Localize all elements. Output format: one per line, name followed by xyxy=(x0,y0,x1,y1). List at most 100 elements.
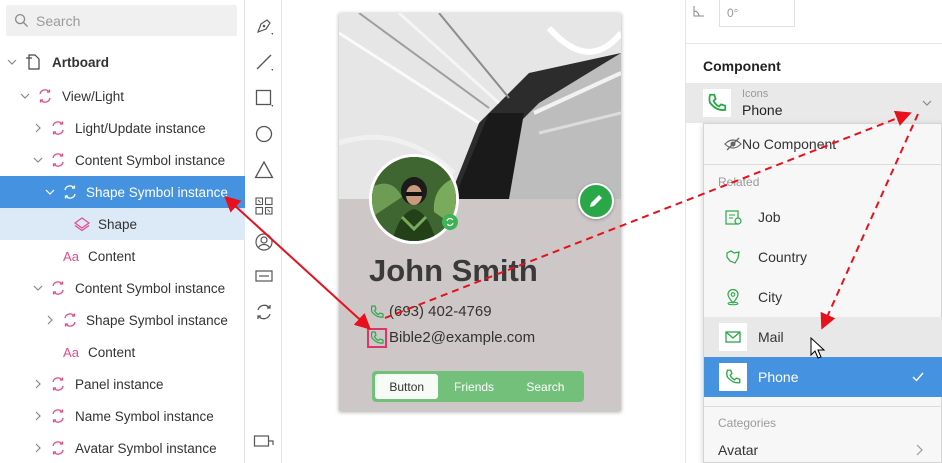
search-icon xyxy=(14,13,29,28)
avatar[interactable] xyxy=(369,154,459,244)
menu-item-label: Mail xyxy=(758,329,784,345)
layer-content-text-2[interactable]: Aa Content xyxy=(0,336,245,368)
menu-item-phone[interactable]: Phone xyxy=(704,357,942,397)
layer-label: View/Light xyxy=(62,88,125,104)
menu-section-categories: Categories xyxy=(718,416,777,430)
chevron-right-icon[interactable] xyxy=(44,314,56,326)
layer-name-symbol[interactable]: Name Symbol instance xyxy=(0,400,245,432)
profile-card[interactable]: John Smith (693) 402-4769 Bible2@example… xyxy=(339,13,621,411)
menu-item-avatar-category[interactable]: Avatar xyxy=(704,436,942,463)
edit-button[interactable] xyxy=(578,183,614,219)
layer-label: Light/Update instance xyxy=(75,120,206,136)
tab-button[interactable]: Button xyxy=(375,374,439,399)
symbol-instance-icon xyxy=(50,280,66,296)
country-map-icon xyxy=(722,246,744,268)
layer-label: Shape Symbol instance xyxy=(86,184,228,200)
layer-label: Avatar Symbol instance xyxy=(75,440,217,456)
component-dropdown-menu: No Component Related Job Country City Ma… xyxy=(703,123,942,463)
menu-item-label: No Component xyxy=(742,136,837,152)
email-address: Bible2@example.com xyxy=(389,329,536,346)
symbol-instance-icon xyxy=(50,440,66,456)
menu-item-label: Avatar xyxy=(718,442,759,458)
tab-friends[interactable]: Friends xyxy=(438,374,509,399)
layer-shape-symbol-selected[interactable]: Shape Symbol instance xyxy=(0,176,245,208)
avatar-tool-icon[interactable] xyxy=(253,231,275,253)
rectangle-tool-icon[interactable] xyxy=(253,87,275,109)
chevron-down-icon[interactable] xyxy=(19,90,31,102)
component-select[interactable]: Icons Phone xyxy=(686,83,942,123)
menu-item-label: Phone xyxy=(758,369,799,385)
layer-label: Shape xyxy=(98,216,138,232)
email-row: Bible2@example.com xyxy=(367,327,536,348)
component-value: Phone xyxy=(742,102,783,118)
menu-item-label: City xyxy=(758,289,783,305)
artboard-icon xyxy=(26,54,42,70)
phone-number: (693) 402-4769 xyxy=(389,303,492,320)
menu-item-country[interactable]: Country xyxy=(704,237,942,277)
component-library-label: Icons xyxy=(742,88,769,100)
search-input[interactable] xyxy=(36,12,226,29)
menu-item-job[interactable]: Job xyxy=(704,197,942,237)
tab-bar: Button Friends Search xyxy=(372,371,584,402)
artboard-tool-icon[interactable] xyxy=(253,431,275,453)
layer-content-symbol-2[interactable]: Content Symbol instance xyxy=(0,272,245,304)
symbol-instance-icon xyxy=(50,408,66,424)
chevron-right-icon[interactable] xyxy=(32,378,44,390)
chevron-down-icon[interactable] xyxy=(44,186,56,198)
layer-label: Content Symbol instance xyxy=(75,152,226,168)
triangle-tool-icon[interactable] xyxy=(253,159,275,181)
layers-panel: Artboard View/Light Light/Update instanc… xyxy=(0,0,245,463)
chevron-right-icon xyxy=(916,444,923,456)
phone-icon-selected[interactable] xyxy=(367,327,387,348)
text-field-tool-icon[interactable] xyxy=(253,265,275,287)
layer-shape-symbol-2[interactable]: Shape Symbol instance xyxy=(0,304,245,336)
phone-icon xyxy=(719,363,747,391)
layer-content-symbol[interactable]: Content Symbol instance xyxy=(0,144,245,176)
symbol-instance-icon xyxy=(37,88,53,104)
divider xyxy=(704,164,942,165)
chevron-down-icon[interactable] xyxy=(921,97,933,109)
pen-tool-icon[interactable] xyxy=(253,15,275,37)
chevron-right-icon[interactable] xyxy=(32,122,44,134)
layer-light-update[interactable]: Light/Update instance xyxy=(0,112,245,144)
pencil-icon xyxy=(590,195,602,207)
menu-item-city[interactable]: City xyxy=(704,277,942,317)
layer-avatar-symbol[interactable]: Avatar Symbol instance xyxy=(0,432,245,463)
text-layer-icon: Aa xyxy=(63,248,79,264)
design-canvas[interactable]: John Smith (693) 402-4769 Bible2@example… xyxy=(282,0,685,463)
layer-content-text[interactable]: Aa Content xyxy=(0,240,245,272)
shape-layers-icon xyxy=(74,216,90,232)
chevron-down-icon[interactable] xyxy=(32,154,44,166)
chevron-down-icon[interactable] xyxy=(32,282,44,294)
symbol-instance-icon xyxy=(50,152,66,168)
symbol-instance-icon xyxy=(50,376,66,392)
menu-item-no-component[interactable]: No Component xyxy=(704,124,942,164)
ellipse-tool-icon[interactable] xyxy=(253,123,275,145)
phone-row: (693) 402-4769 xyxy=(369,303,492,320)
layer-shape[interactable]: Shape xyxy=(0,208,245,240)
layer-artboard[interactable]: Artboard xyxy=(0,46,245,78)
phone-icon xyxy=(369,304,385,320)
line-tool-icon[interactable] xyxy=(253,51,275,73)
symbol-instance-icon xyxy=(62,184,78,200)
location-pin-icon xyxy=(722,286,744,308)
symbol-instance-icon xyxy=(62,312,78,328)
sync-badge-icon xyxy=(442,214,458,230)
chevron-right-icon[interactable] xyxy=(32,442,44,454)
layer-label: Content Symbol instance xyxy=(75,280,226,296)
rotation-input[interactable]: 0° xyxy=(719,0,795,27)
tab-search[interactable]: Search xyxy=(510,374,581,399)
chevron-down-icon[interactable] xyxy=(6,56,18,68)
chevron-right-icon[interactable] xyxy=(32,410,44,422)
layer-label: Shape Symbol instance xyxy=(86,312,228,328)
menu-item-mail[interactable]: Mail xyxy=(704,317,942,357)
sync-tool-icon[interactable] xyxy=(253,301,275,323)
layer-label: Name Symbol instance xyxy=(75,408,214,424)
layer-label: Content xyxy=(88,248,136,264)
tool-strip xyxy=(245,0,282,463)
search-box[interactable] xyxy=(6,5,237,36)
repeat-grid-icon[interactable] xyxy=(253,195,275,217)
rotation-angle-icon xyxy=(693,6,704,17)
layer-view-light[interactable]: View/Light xyxy=(0,80,245,112)
layer-panel-instance[interactable]: Panel instance xyxy=(0,368,245,400)
